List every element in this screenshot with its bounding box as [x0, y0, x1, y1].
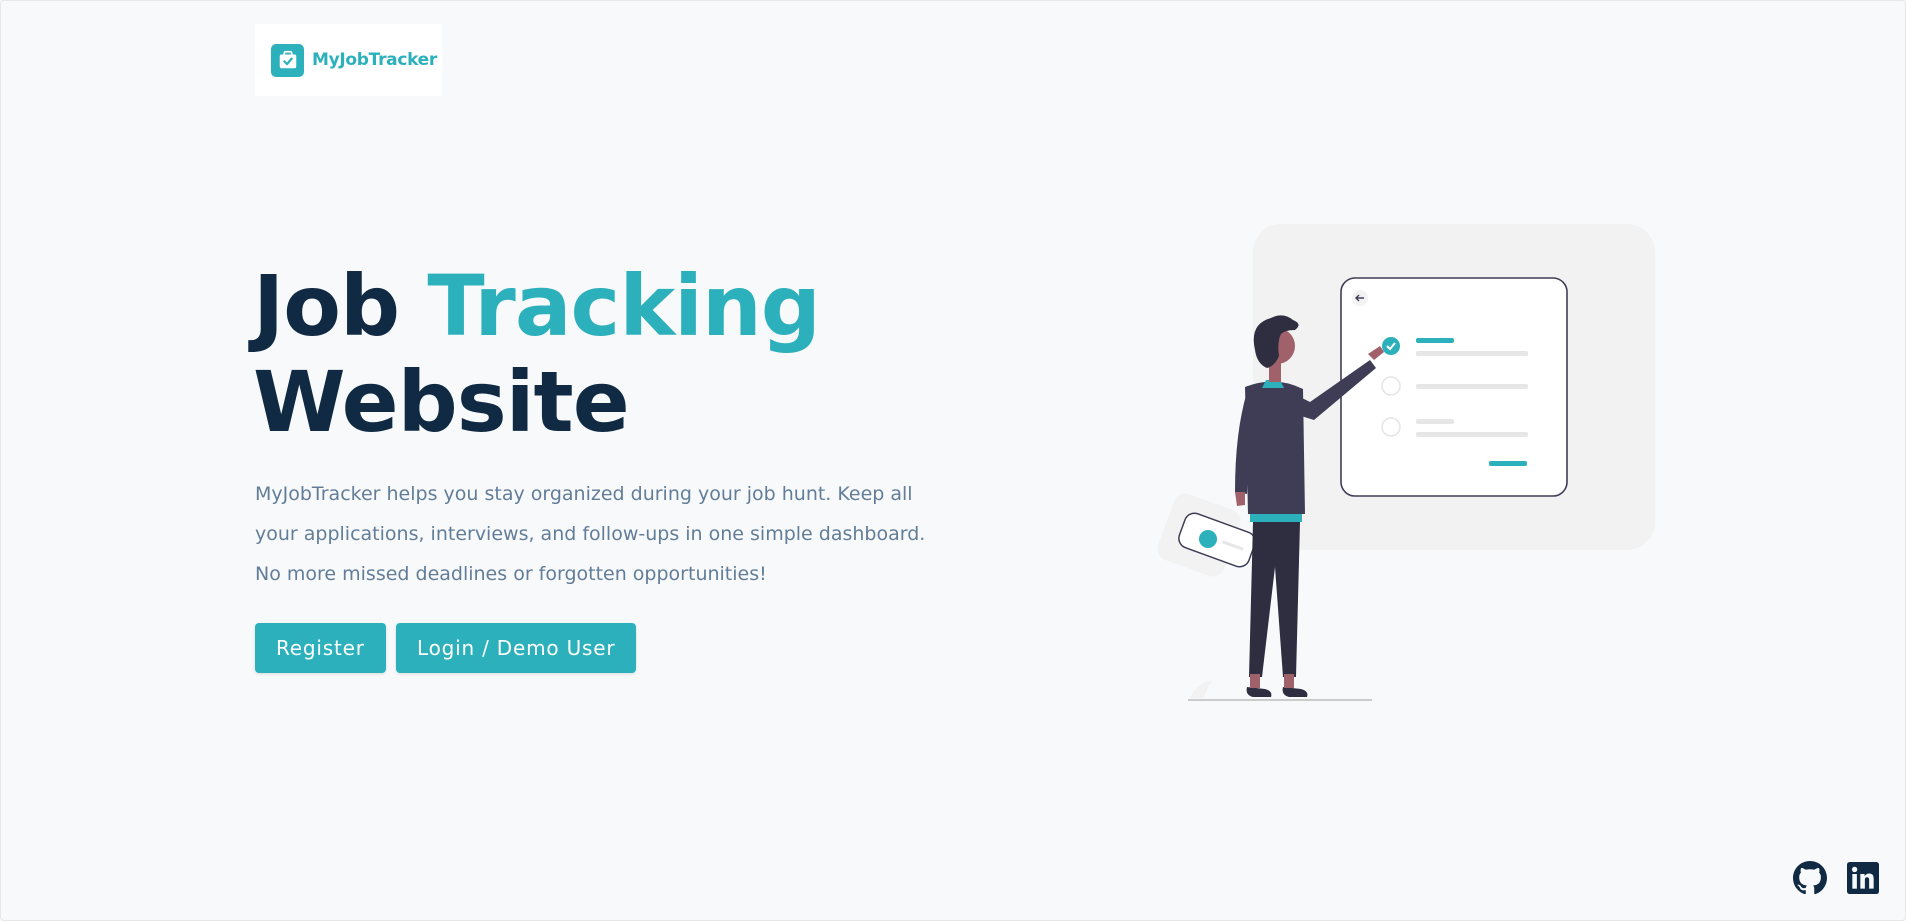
github-link[interactable] [1792, 860, 1828, 896]
register-button[interactable]: Register [255, 623, 386, 673]
github-icon [1793, 861, 1827, 895]
hero-description: MyJobTracker helps you stay organized du… [255, 483, 926, 585]
briefcase-check-icon [271, 43, 304, 77]
linkedin-icon [1847, 862, 1879, 894]
page-title: Job Tracking Website [253, 257, 821, 451]
login-demo-button[interactable]: Login / Demo User [396, 623, 637, 673]
title-word-website: Website [253, 353, 630, 451]
person-checking-task-list-illustration [1157, 224, 1655, 701]
title-word-tracking: Tracking [427, 257, 821, 355]
logo[interactable]: MyJobTracker [255, 24, 442, 96]
title-word-job: Job [253, 257, 400, 355]
linkedin-link[interactable] [1845, 860, 1881, 896]
brand-name: MyJobTracker [312, 50, 437, 70]
